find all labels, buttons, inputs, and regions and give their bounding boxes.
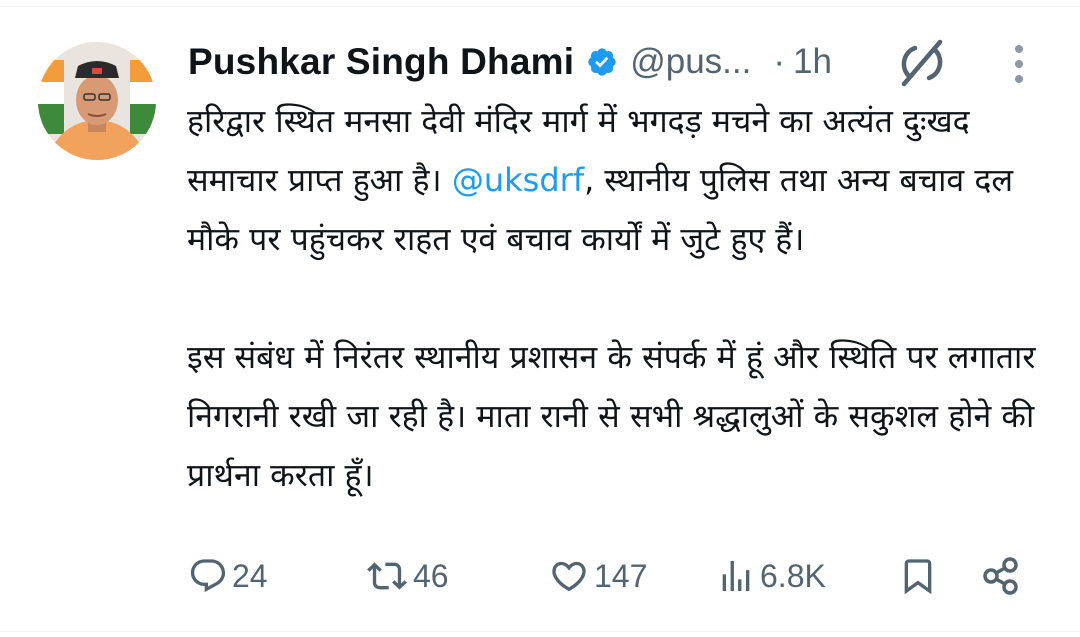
like-count: 147: [594, 557, 648, 594]
repost-count: 46: [413, 557, 449, 594]
tweet-paragraph-2: इस संबंध में निरंतर स्थानीय प्रशासन के स…: [187, 338, 1036, 494]
repost-button[interactable]: 46: [365, 552, 449, 600]
bookmark-icon: [898, 554, 938, 598]
like-button[interactable]: 147: [548, 552, 647, 600]
repost-icon: [365, 556, 409, 596]
bottom-divider: [0, 631, 1080, 632]
top-divider: [0, 6, 1080, 7]
bookmark-button[interactable]: [898, 552, 938, 600]
reply-count: 24: [232, 557, 268, 594]
mention-link[interactable]: @uksdrf: [452, 161, 584, 199]
share-icon: [980, 555, 1022, 597]
like-icon: [548, 556, 590, 596]
grok-icon[interactable]: [896, 37, 948, 89]
author-handle[interactable]: @pus...: [630, 42, 751, 82]
tweet-text: हरिद्वार स्थित मनसा देवी मंदिर मार्ग में…: [187, 92, 1059, 505]
reply-button[interactable]: 24: [188, 552, 268, 600]
views-button[interactable]: 6.8K: [716, 552, 826, 600]
avatar[interactable]: [38, 42, 156, 160]
separator-dot: ·: [773, 42, 786, 81]
views-icon: [716, 556, 756, 596]
author-name[interactable]: Pushkar Singh Dhami: [188, 41, 574, 83]
tweet-header: Pushkar Singh Dhami @pus... · 1h: [188, 36, 832, 88]
reply-icon: [188, 556, 228, 596]
tweet-paragraph-1: हरिद्वार स्थित मनसा देवी मंदिर मार्ग में…: [187, 92, 1059, 269]
share-button[interactable]: [980, 552, 1022, 600]
action-bar: 24 46 147 6.8K: [0, 552, 1080, 600]
timestamp[interactable]: 1h: [793, 42, 832, 82]
views-count: 6.8K: [760, 557, 826, 594]
verified-badge-icon: [586, 46, 618, 78]
more-vertical-icon[interactable]: [1004, 42, 1034, 86]
